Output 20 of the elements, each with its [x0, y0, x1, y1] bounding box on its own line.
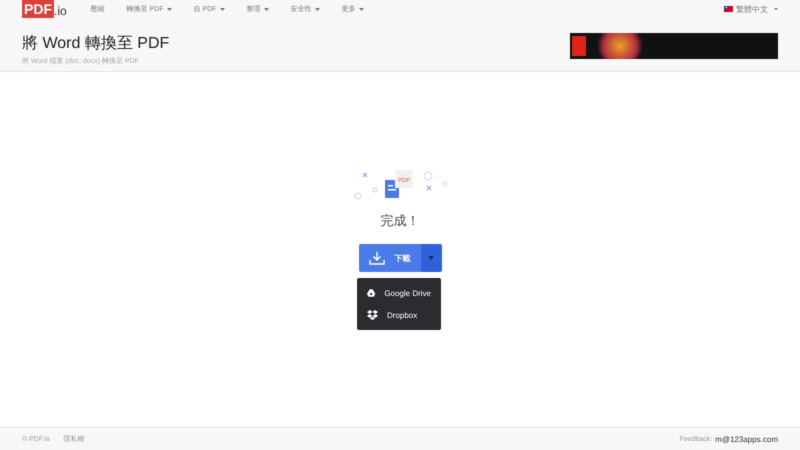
logo-suffix[interactable]: .io	[54, 4, 67, 18]
drive-icon	[367, 288, 376, 298]
feedback-email-link[interactable]: m@123apps.com	[715, 434, 778, 444]
flag-icon	[724, 6, 733, 12]
logo[interactable]: PDF	[22, 0, 54, 18]
menu-item[interactable]: Google Drive	[357, 282, 441, 304]
page-title: 將 Word 轉換至 PDF	[22, 34, 170, 54]
download-icon	[368, 251, 384, 265]
dropbox-icon	[367, 310, 378, 320]
caret-icon	[166, 8, 172, 10]
caret-icon	[314, 8, 320, 10]
caret-icon	[358, 8, 364, 10]
ad-banner[interactable]	[570, 33, 778, 59]
dropdown-toggle[interactable]	[420, 244, 442, 272]
status-text: 完成！	[380, 212, 420, 230]
caret-icon	[220, 8, 225, 10]
caret-icon	[264, 8, 269, 10]
download-button[interactable]: 下載	[358, 244, 420, 272]
menu-item[interactable]: Dropbox	[357, 304, 441, 326]
language-selector[interactable]: 繁體中文	[724, 4, 778, 14]
